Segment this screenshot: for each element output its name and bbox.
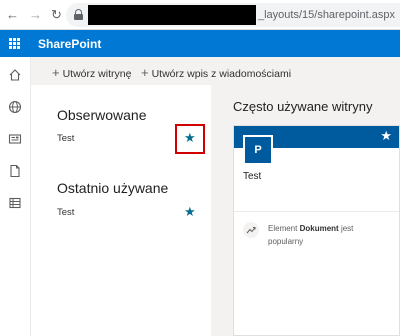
url-text[interactable]: _layouts/15/sharepoint.aspx [258,9,395,21]
list-icon[interactable] [8,196,22,210]
recent-site-link[interactable]: Test [57,207,74,218]
document-icon[interactable] [8,164,22,178]
activity-item-name: Dokument [299,224,339,233]
browser-toolbar: ← → ↻ _layouts/15/sharepoint.aspx [0,0,400,30]
lock-icon[interactable] [74,9,83,20]
plus-icon: + [52,65,60,80]
create-news-label: Utwórz wpis z wiadomościami [151,68,292,80]
site-card[interactable]: ★ P Test Element Dokument jest popularny [233,125,400,336]
suite-bar: SharePoint [0,30,400,57]
left-rail [0,57,31,336]
star-icon[interactable]: ★ [184,205,196,218]
home-icon[interactable] [8,68,22,82]
activity-prefix: Element [268,224,298,233]
site-logo: P [243,135,273,165]
site-card-title[interactable]: Test [243,171,261,182]
globe-icon[interactable] [8,100,22,114]
app-title[interactable]: SharePoint [38,37,101,51]
plus-icon: + [141,65,149,80]
news-icon[interactable] [8,132,22,146]
trending-icon [243,222,259,238]
reload-icon[interactable]: ↻ [51,8,62,22]
recent-heading: Ostatnio używane [57,180,169,196]
followed-heading: Obserwowane [57,107,147,123]
back-arrow-icon[interactable]: ← [6,8,19,22]
address-bar[interactable]: _layouts/15/sharepoint.aspx [66,3,400,27]
create-news-post-button[interactable]: + Utwórz wpis z wiadomościami [141,65,291,80]
frequent-sites-heading: Często używane witryny [233,99,373,114]
followed-site-link[interactable]: Test [57,133,74,144]
create-site-label: Utwórz witrynę [62,68,132,80]
left-panel: Obserwowane Test ★ Ostatnio używane Test… [31,85,211,336]
forward-arrow-icon[interactable]: → [29,8,42,22]
create-site-button[interactable]: + Utwórz witrynę [52,65,131,80]
star-icon[interactable]: ★ [380,129,392,143]
command-bar: + Utwórz witrynę + Utwórz wpis z wiadomośc… [31,57,400,85]
divider [234,211,399,212]
redacted-url-segment [88,5,256,25]
waffle-icon[interactable] [9,38,20,49]
frequent-sites-area: Często używane witryny ★ P Test Element … [211,85,400,336]
highlight-box [175,124,205,154]
site-activity-text: Element Dokument jest popularny [268,222,388,248]
